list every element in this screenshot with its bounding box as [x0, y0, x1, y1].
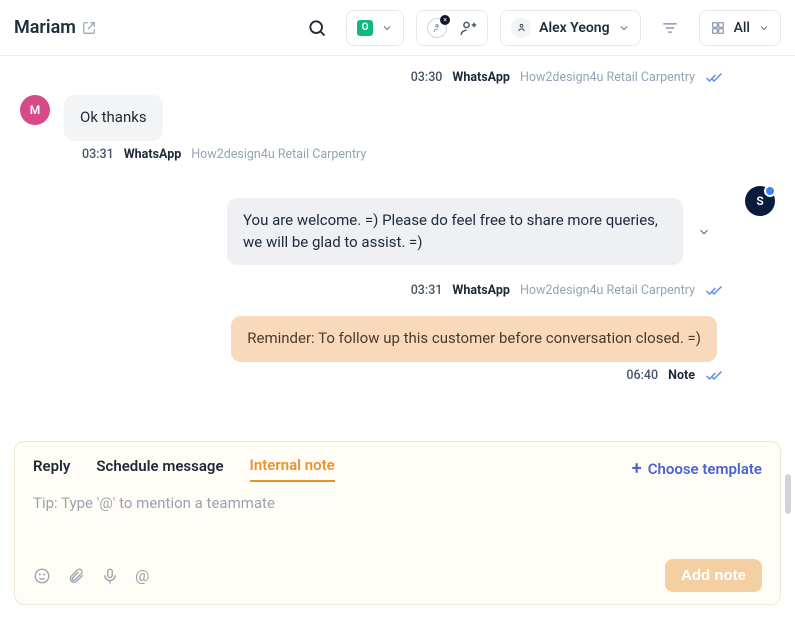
note-bubble[interactable]: Reminder: To follow up this customer bef…: [231, 316, 717, 362]
contact-avatar[interactable]: M: [20, 95, 50, 125]
meta-channel: WhatsApp: [452, 70, 510, 85]
message-meta: 03:30 WhatsApp How2design4u Retail Carpe…: [20, 70, 723, 85]
note-row: Reminder: To follow up this customer bef…: [20, 316, 775, 362]
outgoing-message-row: You are welcome. =) Please do feel free …: [20, 186, 775, 278]
search-button[interactable]: [300, 11, 334, 45]
add-note-button[interactable]: Add note: [665, 559, 762, 592]
view-filter-label: All: [734, 20, 750, 36]
assignee-name: Alex Yeong: [539, 20, 609, 36]
chevron-down-icon: [618, 22, 630, 34]
choose-template-link[interactable]: + Choose template: [632, 460, 762, 478]
incoming-message-row: M Ok thanks: [20, 95, 775, 141]
scrollbar-thumb[interactable]: [785, 474, 791, 514]
meta-time: 03:30: [411, 70, 443, 85]
message-meta: 06:40 Note: [20, 368, 723, 383]
collapse-message-icon[interactable]: [693, 221, 715, 243]
incoming-bubble[interactable]: Ok thanks: [64, 95, 163, 141]
outgoing-bubble[interactable]: You are welcome. =) Please do feel free …: [227, 198, 683, 266]
read-check-icon: [705, 285, 723, 297]
meta-channel: WhatsApp: [452, 283, 510, 298]
queue-assign-group[interactable]: ×: [416, 10, 488, 46]
view-filter-dropdown[interactable]: All: [699, 10, 781, 46]
choose-template-label: Choose template: [648, 460, 762, 478]
grid-icon: [710, 20, 726, 36]
contact-name-text: Mariam: [14, 17, 76, 38]
chevron-down-icon: [758, 22, 770, 34]
conversation-header: Mariam O × Alex Yeong: [0, 0, 795, 56]
message-meta: 03:31 WhatsApp How2design4u Retail Carpe…: [82, 147, 775, 162]
read-check-icon: [705, 72, 723, 84]
close-badge-icon: ×: [440, 15, 450, 25]
conversation-thread: 03:30 WhatsApp How2design4u Retail Carpe…: [0, 56, 795, 441]
tab-schedule[interactable]: Schedule message: [96, 457, 223, 481]
message-meta: 03:31 WhatsApp How2design4u Retail Carpe…: [20, 283, 723, 298]
plus-icon: +: [632, 460, 642, 478]
filter-button[interactable]: [653, 11, 687, 45]
meta-source: How2design4u Retail Carpentry: [520, 70, 695, 85]
tab-reply[interactable]: Reply: [33, 457, 70, 481]
composer-toolbar: @ Add note: [33, 559, 762, 592]
agent-avatar[interactable]: S: [745, 186, 775, 216]
open-external-icon[interactable]: [82, 21, 96, 35]
tab-internal-note[interactable]: Internal note: [250, 456, 335, 482]
meta-source: How2design4u Retail Carpentry: [191, 147, 366, 162]
read-check-icon: [705, 370, 723, 382]
meta-source: How2design4u Retail Carpentry: [520, 283, 695, 298]
meta-channel: Note: [668, 368, 695, 383]
status-dropdown[interactable]: O: [346, 10, 404, 46]
attachment-icon[interactable]: [67, 567, 85, 585]
assignee-dropdown[interactable]: Alex Yeong: [500, 10, 640, 46]
composer: Reply Schedule message Internal note + C…: [14, 441, 781, 605]
emoji-icon[interactable]: [33, 567, 51, 585]
composer-tabs: Reply Schedule message Internal note + C…: [33, 456, 762, 482]
queue-icon: ×: [427, 18, 447, 38]
microphone-icon[interactable]: [101, 567, 119, 585]
contact-name[interactable]: Mariam: [14, 17, 96, 38]
meta-channel: WhatsApp: [124, 147, 182, 162]
meta-time: 06:40: [626, 368, 658, 383]
mention-icon[interactable]: @: [135, 566, 149, 585]
chevron-down-icon: [381, 22, 393, 34]
status-open-icon: O: [357, 20, 373, 36]
add-assignee-icon[interactable]: [459, 19, 477, 37]
assignee-avatar-icon: [511, 18, 531, 38]
composer-textarea[interactable]: [33, 494, 762, 559]
meta-time: 03:31: [82, 147, 114, 162]
meta-time: 03:31: [411, 283, 443, 298]
